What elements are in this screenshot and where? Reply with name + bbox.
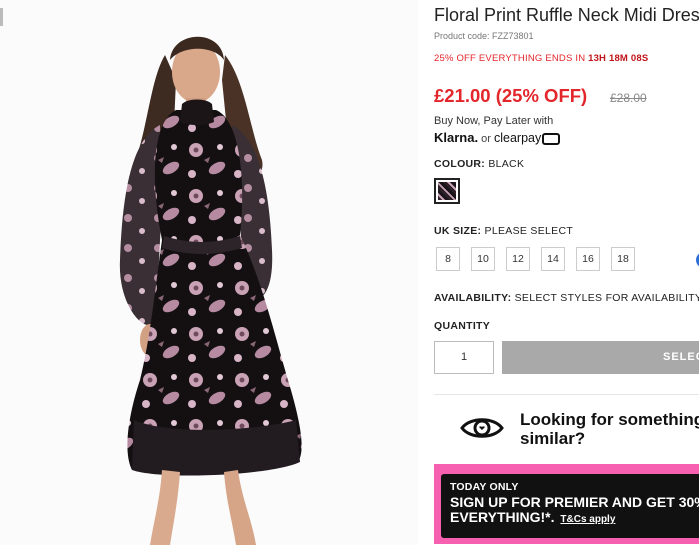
colour-label: COLOUR: [434,158,486,170]
floral-swatch-icon [438,182,456,200]
premier-banner[interactable]: TODAY ONLY SIGN UP FOR PREMIER AND GET 3… [434,464,699,544]
colour-value: BLACK [488,158,525,170]
quantity-label: QUANTITY [434,320,491,332]
product-image[interactable] [0,0,418,545]
eye-icon [460,418,504,438]
product-code: Product code: FZZ73801 [434,31,534,41]
original-price: £28.00 [610,91,647,105]
payment-or: or [481,133,491,145]
clearpay-icon [542,133,561,146]
size-option-12[interactable]: 12 [506,247,530,271]
promo-countdown: 13H 18M 08S [588,53,649,64]
size-option-8[interactable]: 8 [436,247,460,271]
colour-swatch-black[interactable] [434,178,460,204]
klarna-logo[interactable]: Klarna. [434,130,478,145]
buy-now-pay-later-text: Buy Now, Pay Later with [434,115,554,127]
size-option-18[interactable]: 18 [611,247,635,271]
payment-options: Klarna. or clearpay [434,130,561,146]
colour-selector-label: COLOUR: BLACK [434,158,524,170]
promo-message: 25% OFF EVERYTHING ENDS IN 13H 18M 08S [434,53,648,64]
size-option-14[interactable]: 14 [541,247,565,271]
banner-today-only: TODAY ONLY [450,481,519,493]
banner-tc-link[interactable]: T&Cs apply [560,514,615,525]
availability-label: AVAILABILITY: [434,292,512,304]
size-options: 8 10 12 14 16 18 [436,247,635,271]
select-size-button[interactable]: SELECT SIZE [502,341,699,374]
availability: AVAILABILITY: SELECT STYLES FOR AVAILABI… [434,292,699,304]
similar-items-link[interactable]: Looking for something similar? [520,410,699,448]
premier-banner-inner: TODAY ONLY SIGN UP FOR PREMIER AND GET 3… [441,474,699,538]
size-selector-label: UK SIZE: PLEASE SELECT [434,225,573,237]
product-info-panel: Floral Print Ruffle Neck Midi Dress Prod… [434,0,699,545]
clearpay-logo[interactable]: clearpay [494,131,541,145]
quantity-input[interactable]: 1 [434,341,494,374]
size-option-10[interactable]: 10 [471,247,495,271]
sale-price: £21.00 (25% OFF) [434,85,588,106]
availability-value: SELECT STYLES FOR AVAILABILITY [514,292,699,304]
promo-text: 25% OFF EVERYTHING ENDS IN [434,53,586,64]
dress-model-illustration [0,0,418,545]
banner-headline: SIGN UP FOR PREMIER AND GET 30% OFF EVER… [450,495,699,527]
size-label: UK SIZE: [434,225,482,237]
size-option-16[interactable]: 16 [576,247,600,271]
divider [434,394,699,395]
size-value: PLEASE SELECT [484,225,574,237]
product-title: Floral Print Ruffle Neck Midi Dress [434,5,699,25]
gallery-edge [0,8,3,26]
